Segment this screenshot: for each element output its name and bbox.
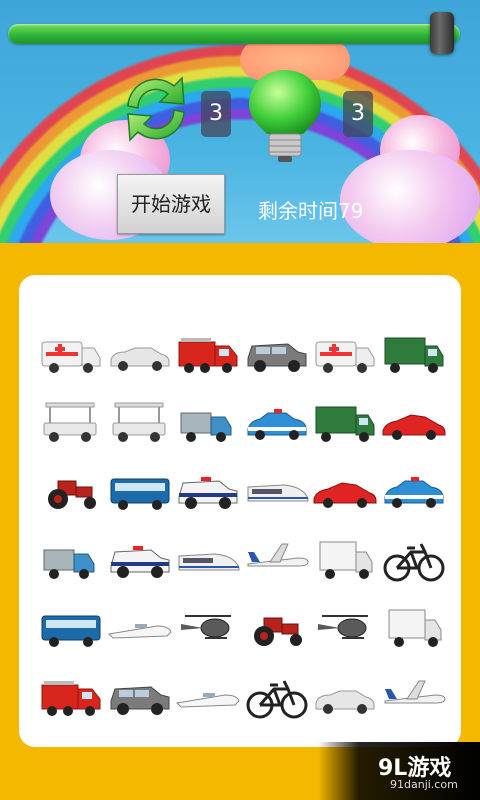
convertible-icon[interactable]: [107, 325, 173, 379]
ambulance-icon[interactable]: [312, 325, 378, 379]
ambulance-icon[interactable]: [38, 325, 104, 379]
helicopter-icon[interactable]: [312, 599, 378, 653]
airplane-icon[interactable]: [244, 531, 310, 585]
sweeper-truck-icon[interactable]: [38, 531, 104, 585]
shuffle-count: 3: [201, 91, 231, 137]
sports-car-icon[interactable]: [381, 394, 447, 448]
game-board: [19, 275, 461, 747]
bicycle-icon[interactable]: [381, 531, 447, 585]
speedboat-icon[interactable]: [107, 599, 173, 653]
airplane-icon[interactable]: [381, 668, 447, 722]
police-car-icon[interactable]: [381, 462, 447, 516]
tractor-icon[interactable]: [38, 462, 104, 516]
bus-icon[interactable]: [107, 462, 173, 516]
police-suv-icon[interactable]: [107, 531, 173, 585]
speedboat-icon[interactable]: [175, 668, 241, 722]
fire-truck-icon[interactable]: [175, 325, 241, 379]
remaining-time: 剩余时间79: [258, 199, 364, 223]
shuffle-icon[interactable]: [116, 70, 196, 148]
time-progress-bar[interactable]: [8, 24, 460, 44]
brand-url: 91danji.com: [390, 778, 458, 791]
game-header-scene: 3 3 开始游戏 剩余时间79: [0, 0, 480, 243]
bus-icon[interactable]: [38, 599, 104, 653]
convertible-icon[interactable]: [312, 668, 378, 722]
fire-truck-icon[interactable]: [38, 668, 104, 722]
cargo-truck-icon[interactable]: [381, 325, 447, 379]
golf-cart-icon[interactable]: [38, 394, 104, 448]
box-truck-icon[interactable]: [312, 531, 378, 585]
tractor-icon[interactable]: [244, 599, 310, 653]
hint-count: 3: [343, 91, 373, 137]
start-game-button[interactable]: 开始游戏: [117, 174, 225, 234]
cargo-truck-icon[interactable]: [312, 394, 378, 448]
suv-icon[interactable]: [244, 325, 310, 379]
police-suv-icon[interactable]: [175, 462, 241, 516]
progress-knob[interactable]: [429, 12, 454, 54]
box-truck-icon[interactable]: [381, 599, 447, 653]
bicycle-icon[interactable]: [244, 668, 310, 722]
police-car-icon[interactable]: [244, 394, 310, 448]
golf-cart-icon[interactable]: [107, 394, 173, 448]
sports-car-icon[interactable]: [312, 462, 378, 516]
bullet-train-icon[interactable]: [175, 531, 241, 585]
helicopter-icon[interactable]: [175, 599, 241, 653]
suv-icon[interactable]: [107, 668, 173, 722]
hint-bulb-icon[interactable]: [245, 66, 325, 166]
bullet-train-icon[interactable]: [244, 462, 310, 516]
sweeper-truck-icon[interactable]: [175, 394, 241, 448]
